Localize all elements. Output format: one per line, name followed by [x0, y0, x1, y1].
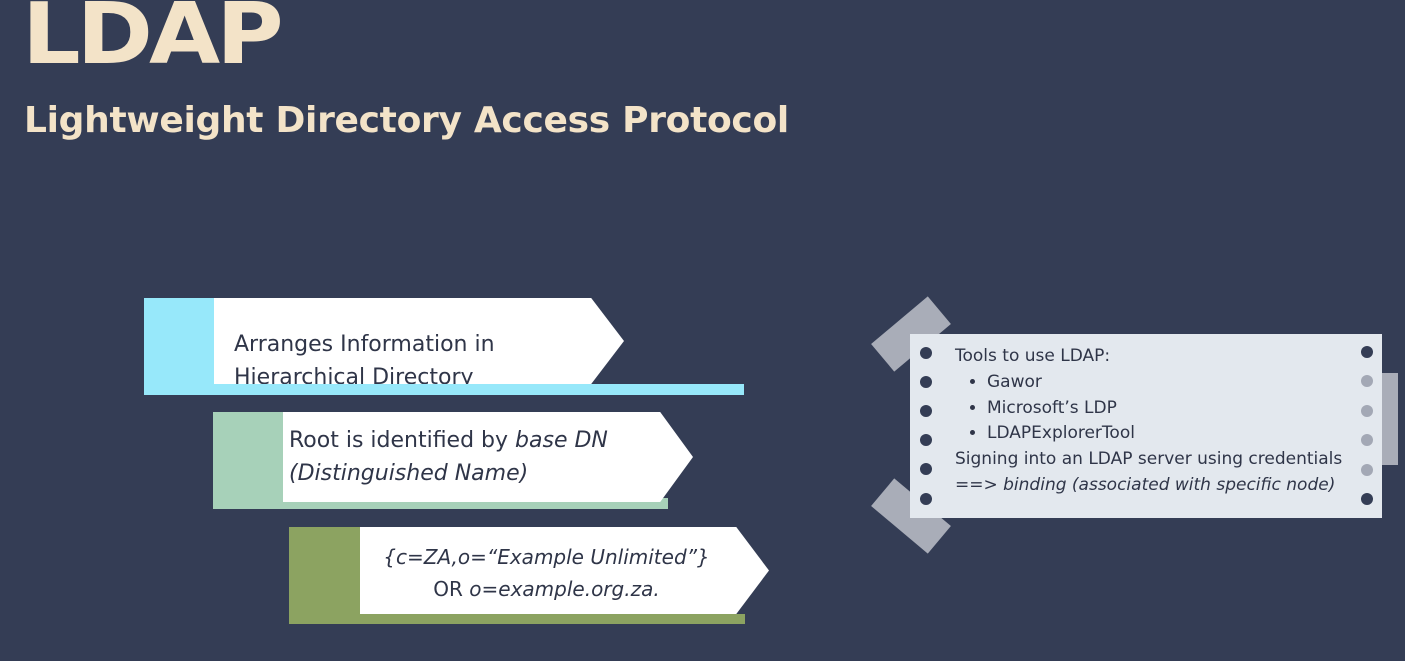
- card-accent-strip: [360, 614, 745, 624]
- card-accent: [289, 527, 360, 624]
- punch-hole: [920, 347, 932, 359]
- example-dn-line: {c=ZA,o=“Example Unlimited”}: [383, 545, 710, 569]
- notebook-note: Tools to use LDAP: Gawor Microsoft’s LDP…: [910, 334, 1382, 518]
- binding-text: binding (associated with specific node): [1003, 474, 1336, 495]
- or-text: OR: [433, 577, 470, 601]
- list-item: Gawor: [987, 370, 1342, 396]
- punch-hole: [1361, 464, 1373, 476]
- list-item: LDAPExplorerTool: [987, 421, 1342, 447]
- example-or-line: OR o=example.org.za.: [360, 573, 733, 605]
- card-text: Root is identified by: [289, 428, 516, 453]
- slide-title: LDAP: [22, 0, 284, 84]
- slide-subtitle: Lightweight Directory Access Protocol: [24, 100, 789, 141]
- punch-hole: [1361, 346, 1373, 358]
- card-text-panel: {c=ZA,o=“Example Unlimited”} OR o=exampl…: [360, 527, 769, 614]
- punch-hole: [920, 493, 932, 505]
- note-binding-line: ==> binding (associated with specific no…: [955, 473, 1342, 499]
- punch-hole: [1361, 375, 1373, 387]
- card-accent-strip: [214, 384, 744, 395]
- example-domain: o=example.org.za.: [469, 577, 660, 601]
- card-text-panel: Root is identified by base DN (Distingui…: [283, 412, 693, 502]
- card-text-panel: Arranges Information in Hierarchical Dir…: [214, 298, 624, 384]
- arrow-text: ==>: [955, 474, 1004, 495]
- punch-hole: [920, 463, 932, 475]
- punch-hole: [1361, 405, 1373, 417]
- punch-hole: [920, 434, 932, 446]
- note-text: Tools to use LDAP: Gawor Microsoft’s LDP…: [955, 344, 1342, 499]
- card-accent: [213, 412, 283, 509]
- note-heading: Tools to use LDAP:: [955, 346, 1111, 366]
- info-card-hierarchy: Arranges Information in Hierarchical Dir…: [144, 298, 744, 395]
- punch-hole: [1361, 434, 1373, 446]
- punch-hole: [920, 376, 932, 388]
- card-text: Arranges Information in Hierarchical Dir…: [234, 332, 495, 390]
- list-item: Microsoft’s LDP: [987, 396, 1342, 422]
- card-accent: [144, 298, 214, 395]
- note-signing-line: Signing into an LDAP server using creden…: [955, 449, 1343, 470]
- tools-list: Gawor Microsoft’s LDP LDAPExplorerTool: [955, 370, 1342, 447]
- info-card-root: Root is identified by base DN (Distingui…: [213, 412, 693, 509]
- punch-hole: [920, 405, 932, 417]
- punch-hole: [1361, 493, 1373, 505]
- info-card-example: {c=ZA,o=“Example Unlimited”} OR o=exampl…: [289, 527, 769, 624]
